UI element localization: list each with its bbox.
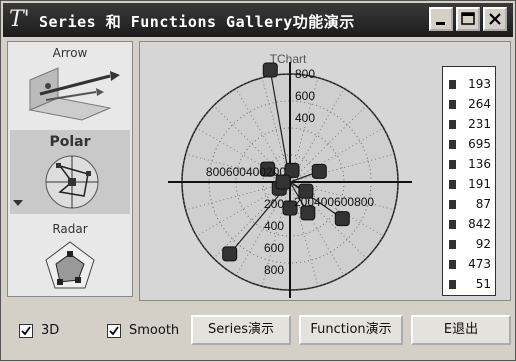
checkmark-icon [21, 326, 31, 336]
legend-swatch [449, 140, 456, 149]
legend-swatch [449, 260, 456, 269]
legend-item: 51 [443, 275, 497, 295]
legend-value: 136 [468, 157, 491, 171]
scroll-down-arrow-icon[interactable] [13, 200, 23, 208]
minimize-button[interactable] [429, 7, 453, 31]
legend-swatch [449, 240, 456, 249]
legend-item: 193 [443, 75, 497, 95]
legend-item: 191 [443, 175, 497, 195]
check-smooth[interactable]: Smooth [107, 323, 187, 343]
gallery-item-label: Radar [52, 222, 88, 236]
legend-value: 264 [468, 97, 491, 111]
legend-item: 136 [443, 155, 497, 175]
polar-data-point [311, 163, 327, 179]
radial-axis-tick-label: 200 [264, 197, 284, 211]
close-button[interactable] [483, 7, 507, 31]
checkmark-icon [109, 326, 119, 336]
radial-axis-tick-label: 800 [264, 263, 284, 277]
legend-swatch [449, 120, 456, 129]
legend-item: 92 [443, 235, 497, 255]
radial-axis-tick-label: 800 [295, 67, 315, 81]
legend-item: 231 [443, 115, 497, 135]
gallery-item-radar[interactable]: Radar [10, 216, 130, 296]
checkbox-smooth[interactable] [107, 324, 121, 338]
legend-value: 231 [468, 117, 491, 131]
legend-swatch [449, 280, 456, 289]
checkbox-3d[interactable] [19, 324, 33, 338]
legend-swatch [449, 220, 456, 229]
radar-series-thumbnail-icon [45, 241, 95, 289]
polar-series-thumbnail-icon [45, 155, 99, 209]
legend-value: 92 [475, 237, 491, 251]
radial-axis-tick-label: 600 [295, 89, 315, 103]
close-icon [489, 13, 501, 25]
polar-data-point [222, 246, 238, 262]
function-demo-button[interactable]: Function演示 [299, 315, 403, 345]
check-3d[interactable]: 3D [19, 323, 79, 343]
window-title: Series 和 Functions Gallery功能演示 [39, 13, 355, 31]
legend-value: 695 [468, 137, 491, 151]
chart-area[interactable]: TChart 800 600 400 200 400 600 800 800600400200… [139, 41, 511, 301]
radial-axis-tick-label: 200400600800 [294, 195, 374, 209]
polar-chart[interactable]: TChart 800600400200400600800800600400200… [140, 42, 440, 300]
gallery-item-polar[interactable]: Polar [10, 130, 130, 214]
series-demo-button[interactable]: Series演示 [191, 315, 291, 345]
check-3d-label: 3D [41, 323, 60, 338]
legend-swatch [449, 160, 456, 169]
check-smooth-label: Smooth [129, 323, 180, 338]
legend-swatch [449, 80, 456, 89]
arrow-series-thumbnail-icon [28, 67, 120, 121]
polar-data-point [262, 62, 278, 78]
series-gallery-list[interactable]: Arrow Polar Radar [7, 41, 133, 297]
legend-value: 51 [475, 277, 491, 291]
bottom-toolbar: 3D Smooth Series演示 Function演示 E退出 [1, 307, 516, 362]
legend-value: 191 [468, 177, 491, 191]
radial-axis-tick-label: 400 [264, 219, 284, 233]
legend-item: 842 [443, 215, 497, 235]
radial-axis-tick-label: 400 [295, 111, 315, 125]
radial-axis-tick-label: 600 [264, 241, 284, 255]
gallery-window: T' Series 和 Functions Gallery功能演示 Arrow [0, 0, 516, 361]
gallery-item-arrow[interactable]: Arrow [10, 44, 130, 128]
maximize-icon [461, 12, 475, 25]
legend-value: 193 [468, 77, 491, 91]
legend-item: 264 [443, 95, 497, 115]
maximize-button[interactable] [456, 7, 480, 31]
gallery-item-label: Polar [49, 134, 91, 150]
chart-legend[interactable]: 193 264 231 695 136 191 87 842 92 473 51 [442, 66, 496, 296]
minimize-icon [436, 22, 445, 25]
legend-item: 695 [443, 135, 497, 155]
legend-swatch [449, 100, 456, 109]
title-bar[interactable]: T' Series 和 Functions Gallery功能演示 [3, 3, 513, 37]
legend-swatch [449, 200, 456, 209]
polar-data-point [334, 211, 350, 227]
legend-item: 87 [443, 195, 497, 215]
radial-axis-tick-label: 800600400200 [206, 165, 286, 179]
legend-swatch [449, 180, 456, 189]
legend-item: 473 [443, 255, 497, 275]
gallery-item-label: Arrow [52, 46, 88, 60]
exit-button[interactable]: E退出 [411, 315, 511, 345]
legend-value: 87 [475, 197, 491, 211]
legend-value: 473 [468, 257, 491, 271]
legend-value: 842 [468, 217, 491, 231]
tee-chart-logo-icon[interactable]: T' [9, 7, 30, 32]
